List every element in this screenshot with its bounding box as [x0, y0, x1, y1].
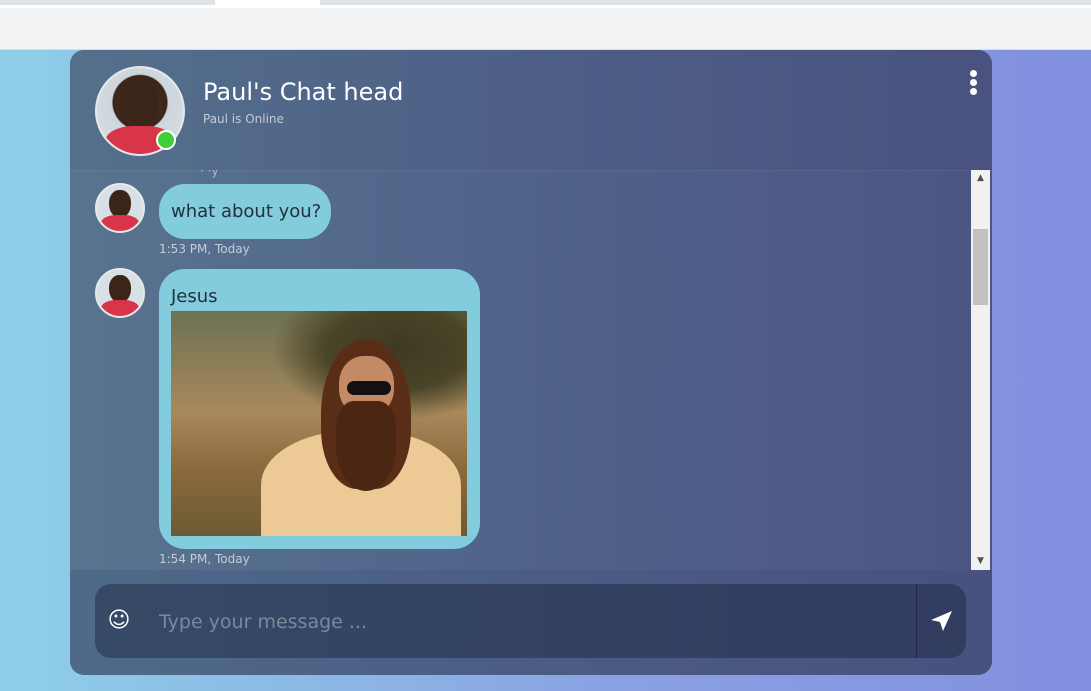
message-image[interactable] [171, 311, 467, 536]
message-list: · ·y what about you? 1:53 PM, Today Jesu… [70, 170, 970, 570]
chat-title: Paul's Chat head [203, 78, 404, 106]
message-input[interactable] [157, 602, 901, 642]
chat-header: Paul's Chat head Paul is Online [70, 50, 992, 171]
scroll-up-arrow-icon[interactable]: ▲ [971, 170, 990, 187]
chat-status: Paul is Online [203, 112, 284, 126]
message-composer: ☺ [70, 570, 992, 675]
message-scrollbar[interactable]: ▲ ▼ [971, 170, 990, 570]
avatar-face [119, 80, 159, 130]
message-bubble: what about you? [159, 184, 331, 239]
image-message-bubble: Jesus [159, 269, 480, 549]
message-time: 1:53 PM, Today [159, 242, 250, 256]
message-time: 1:54 PM, Today [159, 552, 250, 566]
composer-input-wrap: ☺ [95, 584, 966, 658]
message-text: Jesus [171, 286, 218, 307]
message-avatar [95, 268, 145, 318]
scrollbar-thumb[interactable] [973, 229, 988, 305]
more-vertical-icon[interactable] [967, 70, 979, 100]
scroll-down-arrow-icon[interactable]: ▼ [971, 553, 990, 570]
online-status-indicator [156, 130, 176, 150]
browser-address-area [0, 5, 1091, 8]
send-button[interactable] [917, 584, 966, 658]
clipped-message-time: · ·y [200, 170, 219, 178]
smile-icon[interactable]: ☺ [107, 609, 131, 633]
chat-window: Paul's Chat head Paul is Online · ·y wha… [70, 50, 992, 675]
browser-toolbar [0, 0, 1091, 50]
message-avatar [95, 183, 145, 233]
send-arrow-icon [931, 611, 952, 631]
message-text: what about you? [171, 201, 322, 222]
